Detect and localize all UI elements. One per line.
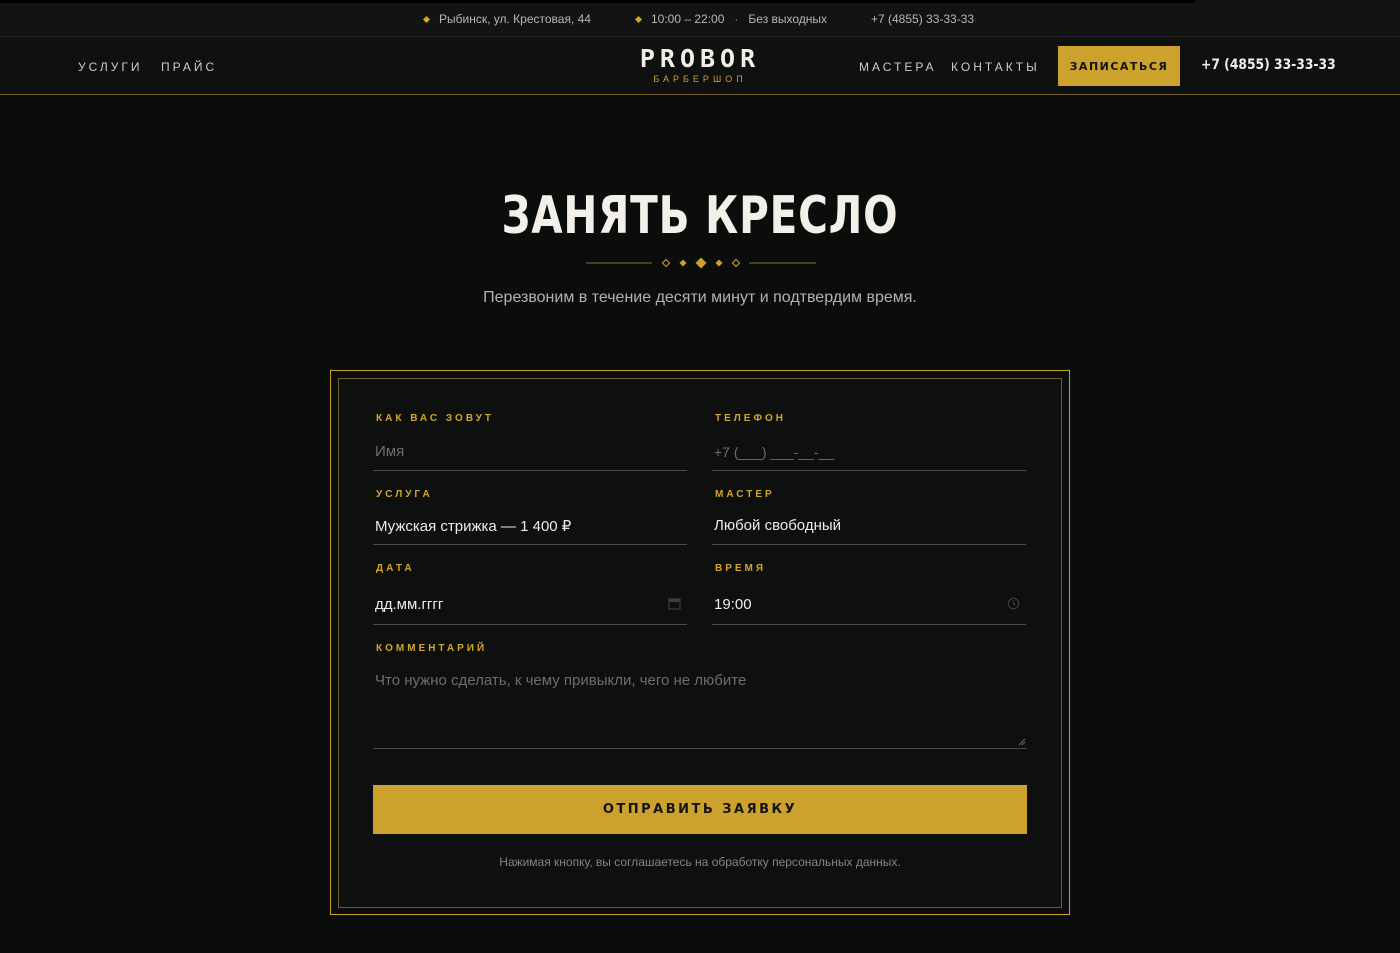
logo-text[interactable]: PROBOR [600,45,800,73]
master-label: МАСТЕР [715,489,775,500]
diamond-icon [422,15,431,23]
comment-label: КОММЕНТАРИЙ [376,643,488,654]
page-title: ЗАНЯТЬ КРЕСЛО [501,186,899,246]
logo-subtitle: БАРБЕРШОП [653,74,747,84]
diamond-icon [731,258,741,268]
separator-dot: · [734,12,739,26]
site-header: УСЛУГИ ПРАЙС PROBOR БАРБЕРШОП МАСТЕРА КО… [0,37,1400,95]
hours-text: 10:00 – 22:00 [651,12,725,26]
diamond-icon [634,15,643,23]
name-label: КАК ВАС ЗОВУТ [376,413,494,424]
resize-handle-icon[interactable] [1018,738,1026,746]
service-label: УСЛУГА [376,489,433,500]
date-label: ДАТА [376,563,415,574]
hours-info: 10:00 – 22:00 · Без выходных [634,12,828,26]
time-input[interactable]: 19:00 [712,585,1026,625]
nav-link-contacts[interactable]: КОНТАКТЫ [951,60,1040,74]
address-info: Рыбинск, ул. Крестовая, 44 [422,12,591,26]
name-input[interactable]: Имя [373,433,687,471]
submit-button[interactable]: ОТПРАВИТЬ ЗАЯВКУ [373,785,1027,834]
header-phone-link[interactable]: +7 (4855) 33-33-33 [1201,57,1336,73]
diamond-icon [715,259,723,267]
master-select[interactable]: Любой свободный [712,507,1026,545]
days-text: Без выходных [748,12,828,26]
date-input[interactable]: дд.мм.гггг [373,585,687,625]
nav-link-masters[interactable]: МАСТЕРА [859,60,937,74]
time-label: ВРЕМЯ [715,563,767,574]
comment-textarea[interactable]: Что нужно сделать, к чему привыкли, чего… [373,665,1027,749]
topbar-phone-text[interactable]: +7 (4855) 33-33-33 [871,12,974,26]
diamond-icon [695,257,707,269]
nav-link-services[interactable]: УСЛУГИ [78,60,143,74]
logo[interactable]: PROBOR БАРБЕРШОП [600,45,800,85]
title-ornament [586,257,816,269]
comment-placeholder: Что нужно сделать, к чему привыкли, чего… [375,672,747,689]
phone-input[interactable]: +7 (___) ___-__-__ [712,433,1026,471]
clock-icon[interactable] [1007,597,1020,610]
top-info-bar: Рыбинск, ул. Крестовая, 44 10:00 – 22:00… [0,0,1400,37]
nav-link-prices[interactable]: ПРАЙС [161,60,217,74]
phone-label: ТЕЛЕФОН [715,413,786,424]
date-value: дд.мм.гггг [375,596,444,613]
page-progress-bar [0,0,1195,3]
diamond-icon [661,258,671,268]
consent-note: Нажимая кнопку, вы соглашаетесь на обраб… [499,855,901,869]
service-select[interactable]: Мужская стрижка — 1 400 ₽ [373,507,687,545]
address-text: Рыбинск, ул. Крестовая, 44 [439,12,591,26]
diamond-icon [679,259,687,267]
time-value: 19:00 [714,596,752,613]
page-subtitle: Перезвоним в течение десяти минут и подт… [483,289,917,306]
topbar-phone[interactable]: +7 (4855) 33-33-33 [871,12,974,26]
book-button[interactable]: ЗАПИСАТЬСЯ [1058,46,1180,86]
calendar-icon[interactable] [668,597,681,610]
